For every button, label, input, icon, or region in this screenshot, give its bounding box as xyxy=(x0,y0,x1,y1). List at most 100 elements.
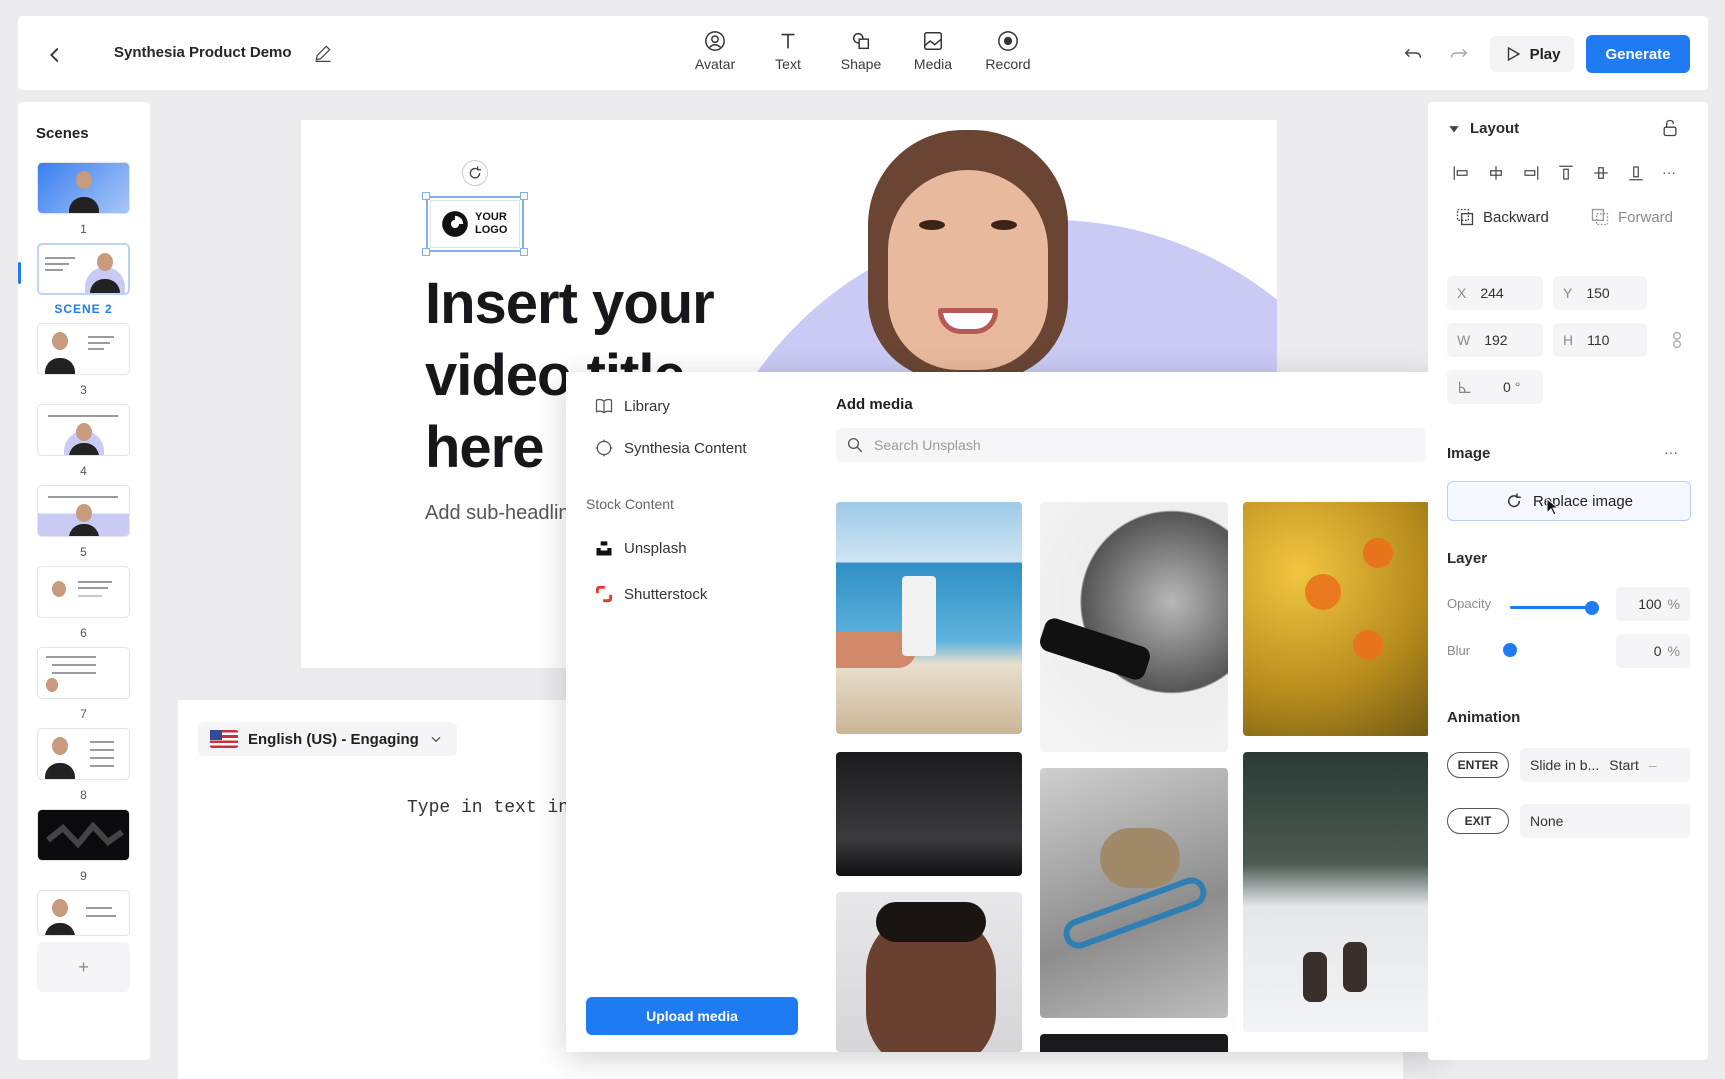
redo-icon[interactable] xyxy=(1448,42,1470,64)
dark-street-photo-thumbnail[interactable] xyxy=(836,752,1022,876)
book-icon xyxy=(595,398,613,414)
backward-button[interactable]: Backward xyxy=(1455,207,1549,227)
rotate-handle[interactable] xyxy=(462,160,488,186)
bicycle-photo-thumbnail[interactable] xyxy=(1040,768,1228,1018)
resize-handle[interactable] xyxy=(422,248,430,256)
search-unsplash-input[interactable]: Search Unsplash xyxy=(836,428,1426,462)
h-value: 110 xyxy=(1587,332,1610,348)
align-middle-icon[interactable] xyxy=(1592,164,1610,182)
library-nav-item[interactable]: Library xyxy=(594,396,670,416)
more-align-options[interactable]: ··· xyxy=(1662,164,1676,182)
text-tool-label: Text xyxy=(775,56,801,72)
opacity-slider[interactable] xyxy=(1510,601,1599,615)
text-tool-button[interactable]: Text xyxy=(753,30,823,72)
dark-photo-thumbnail[interactable] xyxy=(1040,1034,1228,1052)
undo-icon[interactable] xyxy=(1402,42,1424,64)
replace-image-button[interactable]: Replace image xyxy=(1447,481,1691,521)
exit-tag: EXIT xyxy=(1447,808,1509,834)
scene-number-7: 7 xyxy=(80,707,87,721)
image-more-options[interactable]: ··· xyxy=(1664,444,1678,460)
metal-sculpture-photo-thumbnail[interactable] xyxy=(1040,502,1228,752)
height-field[interactable]: H 110 xyxy=(1553,323,1647,357)
beach-photo-thumbnail[interactable] xyxy=(836,502,1022,734)
align-left-icon[interactable] xyxy=(1452,164,1470,182)
scene-number-9: 9 xyxy=(80,869,87,883)
align-center-horizontal-icon[interactable] xyxy=(1487,164,1505,182)
rotate-icon xyxy=(469,166,481,179)
video-subheadline[interactable]: Add sub-headline xyxy=(425,502,581,525)
blur-value-field[interactable]: 0% xyxy=(1616,634,1690,668)
pencil-icon[interactable] xyxy=(313,43,333,63)
scene-thumbnail-6[interactable] xyxy=(37,566,130,618)
opacity-value-field[interactable]: 100% xyxy=(1616,587,1690,621)
y-key: Y xyxy=(1563,285,1573,301)
generate-button[interactable]: Generate xyxy=(1586,35,1690,73)
opacity-slider-knob[interactable] xyxy=(1585,601,1599,615)
angle-icon xyxy=(1459,381,1471,393)
synthesia-content-nav-item[interactable]: Synthesia Content xyxy=(594,438,747,458)
width-field[interactable]: W 192 xyxy=(1447,323,1543,357)
play-button[interactable]: Play xyxy=(1490,36,1574,72)
exit-animation-select[interactable]: None xyxy=(1520,804,1690,838)
media-tool-label: Media xyxy=(913,56,953,72)
scene-thumbnail-7[interactable] xyxy=(37,647,130,699)
scene-number-6: 6 xyxy=(80,626,87,640)
scene-thumbnail-4[interactable] xyxy=(37,404,130,456)
opacity-percent: % xyxy=(1667,596,1680,612)
scene-thumbnail-9[interactable] xyxy=(37,809,130,861)
bring-forward-icon xyxy=(1591,208,1609,226)
avatar-tool-button[interactable]: Avatar xyxy=(680,30,750,72)
align-right-icon[interactable] xyxy=(1522,164,1540,182)
scene-thumbnail-5[interactable] xyxy=(37,485,130,537)
blur-slider-knob[interactable] xyxy=(1503,643,1517,657)
shape-tool-button[interactable]: Shape xyxy=(826,30,896,72)
logo-placeholder[interactable]: YOUR LOGO xyxy=(430,200,520,248)
sled-dogs-photo-thumbnail[interactable] xyxy=(1243,752,1430,1032)
project-title: Synthesia Product Demo xyxy=(114,44,292,61)
enter-tag: ENTER xyxy=(1447,752,1509,778)
image-heading: Image xyxy=(1447,445,1491,462)
enter-animation-select[interactable]: Slide in b... Start – xyxy=(1520,748,1690,782)
shutterstock-nav-item[interactable]: Shutterstock xyxy=(594,584,707,604)
scene-number-3: 3 xyxy=(80,383,87,397)
avatar-face xyxy=(888,170,1048,370)
mouse-cursor-icon xyxy=(1546,498,1560,516)
link-aspect-ratio-icon[interactable] xyxy=(1667,330,1687,350)
daffodils-photo-thumbnail[interactable] xyxy=(1243,502,1430,736)
unsplash-nav-item[interactable]: Unsplash xyxy=(594,538,687,558)
y-position-field[interactable]: Y 150 xyxy=(1553,276,1647,310)
chevron-down-icon xyxy=(431,736,441,743)
rotation-field[interactable]: 0 ° xyxy=(1447,370,1543,404)
scene-thumbnail-1[interactable] xyxy=(37,162,130,214)
media-tool-button[interactable]: Media xyxy=(898,30,968,72)
add-scene-button[interactable]: + xyxy=(37,942,130,992)
lock-icon[interactable] xyxy=(1660,118,1680,138)
animation-heading: Animation xyxy=(1447,709,1521,726)
scene-thumbnail-8[interactable] xyxy=(37,728,130,780)
collapse-triangle-icon[interactable] xyxy=(1447,122,1461,136)
portrait-photo-thumbnail[interactable] xyxy=(836,892,1022,1052)
avatar-tool-label: Avatar xyxy=(694,56,736,72)
align-bottom-icon[interactable] xyxy=(1627,164,1645,182)
script-input[interactable]: Type in text in xyxy=(407,798,569,818)
scene-thumbnail-2[interactable] xyxy=(37,243,130,295)
language-voice-selector[interactable]: English (US) - Engaging xyxy=(198,722,457,756)
logo-text-your: YOUR xyxy=(475,211,507,223)
resize-handle[interactable] xyxy=(520,248,528,256)
logo-text-logo: LOGO xyxy=(475,224,508,236)
rotation-unit: ° xyxy=(1514,379,1521,395)
x-position-field[interactable]: X 244 xyxy=(1447,276,1543,310)
forward-button[interactable]: Forward xyxy=(1590,207,1673,227)
scene-thumbnail-10[interactable] xyxy=(37,890,130,936)
record-tool-button[interactable]: Record xyxy=(973,30,1043,72)
synthesia-icon xyxy=(595,439,613,457)
resize-handle[interactable] xyxy=(422,192,430,200)
align-top-icon[interactable] xyxy=(1557,164,1575,182)
resize-handle[interactable] xyxy=(520,192,528,200)
back-arrow-icon[interactable] xyxy=(44,44,66,66)
blur-slider[interactable] xyxy=(1503,643,1593,657)
upload-media-button[interactable]: Upload media xyxy=(586,997,798,1035)
scene-thumbnail-3[interactable] xyxy=(37,323,130,375)
x-value: 244 xyxy=(1480,285,1504,301)
exit-animation-value: None xyxy=(1530,813,1564,829)
